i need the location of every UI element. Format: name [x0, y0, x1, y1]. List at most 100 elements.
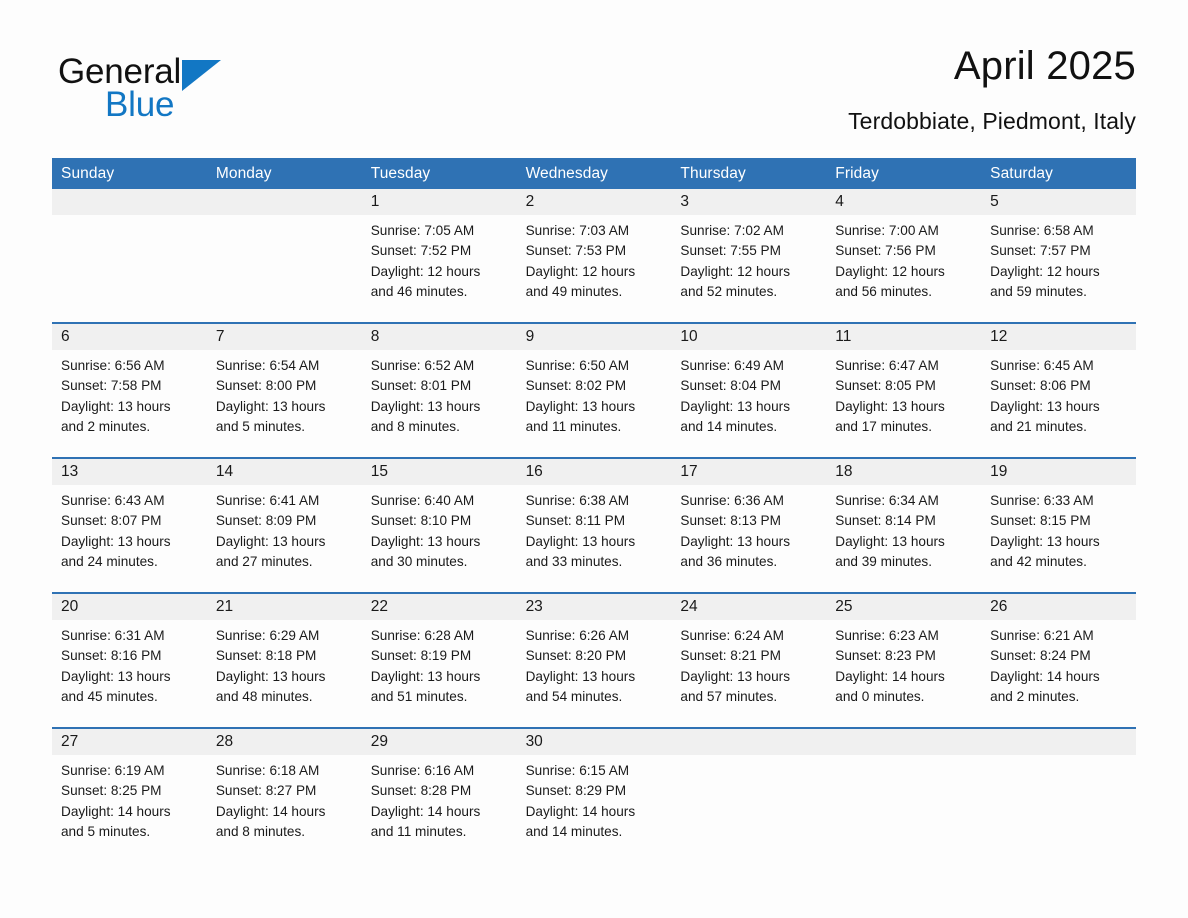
sunset-text: Sunset: 7:53 PM [525, 243, 627, 259]
day-number: 29 [370, 733, 388, 750]
daylight-text-line1: Daylight: 14 hours [525, 803, 636, 819]
day-number-band: 27 [52, 729, 207, 755]
day-details: Sunrise: 6:36 AM Sunset: 8:13 PM Daylight:… [671, 485, 826, 572]
day-number-band: 30 [516, 729, 672, 755]
sunset-text: Sunset: 7:56 PM [835, 243, 936, 259]
calendar-day-cell[interactable]: 24 Sunrise: 6:24 AM Sunset: 8:21 PM Dayligh… [671, 594, 827, 727]
calendar-day-cell[interactable]: 5 Sunrise: 6:58 AM Sunset: 7:57 PM Daylight… [981, 189, 1136, 322]
calendar-day-cell-empty [52, 189, 207, 322]
sunrise-text: Sunrise: 6:45 AM [990, 358, 1094, 373]
calendar-day-cell[interactable]: 2 Sunrise: 7:03 AM Sunset: 7:53 PM Daylight… [516, 189, 672, 322]
daylight-text-line2: and 49 minutes. [525, 283, 623, 299]
day-number: 6 [61, 328, 70, 345]
calendar-day-cell[interactable]: 6 Sunrise: 6:56 AM Sunset: 7:58 PM Daylight… [52, 324, 207, 457]
calendar-day-cell[interactable]: 7 Sunrise: 6:54 AM Sunset: 8:00 PM Daylight… [206, 324, 362, 457]
sunset-text: Sunset: 8:07 PM [61, 513, 162, 529]
daylight-text-line2: and 14 minutes. [525, 823, 623, 839]
day-details: Sunrise: 6:47 AM Sunset: 8:05 PM Daylight:… [826, 350, 981, 437]
day-details: Sunrise: 6:31 AM Sunset: 8:16 PM Daylight:… [52, 620, 207, 707]
day-number: 13 [61, 463, 79, 480]
sunrise-text: Sunrise: 6:40 AM [370, 493, 475, 508]
day-number: 21 [215, 598, 234, 615]
calendar-day-cell[interactable]: 13 Sunrise: 6:43 AM Sunset: 8:07 PM Dayligh… [52, 459, 207, 592]
day-number-band: 28 [206, 729, 362, 755]
calendar-day-cell[interactable]: 1 Sunrise: 7:05 AM Sunset: 7:52 PM Daylight… [361, 189, 517, 322]
calendar-day-cell[interactable]: 21 Sunrise: 6:29 AM Sunset: 8:18 PM Dayligh… [206, 594, 362, 727]
daylight-text-line1: Daylight: 13 hours [215, 668, 326, 684]
calendar-day-cell[interactable]: 17 Sunrise: 6:36 AM Sunset: 8:13 PM Dayligh… [671, 459, 827, 592]
calendar-day-cell[interactable]: 16 Sunrise: 6:38 AM Sunset: 8:11 PM Dayligh… [516, 459, 672, 592]
calendar-day-cell[interactable]: 26 Sunrise: 6:21 AM Sunset: 8:24 PM Dayligh… [981, 594, 1136, 727]
daylight-text-line2: and 21 minutes. [990, 418, 1087, 434]
daylight-text-line2: and 0 minutes. [835, 688, 925, 704]
sunset-text: Sunset: 8:11 PM [525, 513, 626, 529]
daylight-text-line1: Daylight: 13 hours [61, 668, 171, 684]
triangle-icon [182, 60, 222, 91]
calendar-day-cell[interactable]: 3 Sunrise: 7:02 AM Sunset: 7:55 PM Daylight… [671, 189, 827, 322]
day-number-band: 2 [516, 189, 672, 215]
daylight-text-line1: Daylight: 14 hours [215, 803, 326, 819]
calendar-day-cell[interactable]: 28 Sunrise: 6:18 AM Sunset: 8:27 PM Dayligh… [206, 729, 362, 862]
calendar-day-cell[interactable]: 29 Sunrise: 6:16 AM Sunset: 8:28 PM Dayligh… [361, 729, 517, 862]
calendar-day-cell[interactable]: 19 Sunrise: 6:33 AM Sunset: 8:15 PM Dayligh… [981, 459, 1136, 592]
sunset-text: Sunset: 7:57 PM [990, 243, 1091, 259]
day-number-band: 10 [671, 324, 827, 350]
calendar-week-row: 6 Sunrise: 6:56 AM Sunset: 7:58 PM Daylight… [52, 322, 1136, 457]
sunset-text: Sunset: 8:29 PM [525, 783, 627, 799]
day-number-band: 5 [981, 189, 1136, 215]
calendar-day-cell[interactable]: 4 Sunrise: 7:00 AM Sunset: 7:56 PM Daylight… [826, 189, 982, 322]
calendar-day-cell[interactable]: 9 Sunrise: 6:50 AM Sunset: 8:02 PM Daylight… [516, 324, 672, 457]
daylight-text-line1: Daylight: 13 hours [525, 398, 636, 414]
weekday-header-monday: Monday [215, 165, 272, 182]
daylight-text-line2: and 14 minutes. [680, 418, 778, 434]
day-number: 28 [215, 733, 234, 750]
daylight-text-line2: and 56 minutes. [835, 283, 933, 299]
calendar-day-cell[interactable]: 15 Sunrise: 6:40 AM Sunset: 8:10 PM Dayligh… [361, 459, 517, 592]
daylight-text-line1: Daylight: 12 hours [835, 263, 945, 279]
calendar-day-cell[interactable]: 11 Sunrise: 6:47 AM Sunset: 8:05 PM Dayligh… [826, 324, 982, 457]
daylight-text-line1: Daylight: 12 hours [680, 263, 790, 279]
day-number: 8 [370, 328, 380, 345]
calendar-day-cell-empty [206, 189, 362, 322]
day-number: 19 [990, 463, 1008, 480]
weekday-header-row: Sunday Monday Tuesday Wednesday Thursday… [52, 158, 1136, 189]
calendar-day-cell[interactable]: 12 Sunrise: 6:45 AM Sunset: 8:06 PM Dayligh… [981, 324, 1136, 457]
day-number: 5 [990, 193, 999, 210]
calendar-day-cell[interactable]: 25 Sunrise: 6:23 AM Sunset: 8:23 PM Dayligh… [826, 594, 982, 727]
daylight-text-line2: and 39 minutes. [835, 553, 933, 569]
page-title: April 2025 [953, 44, 1136, 88]
calendar-day-cell[interactable]: 23 Sunrise: 6:26 AM Sunset: 8:20 PM Dayligh… [516, 594, 672, 727]
day-details: Sunrise: 7:02 AM Sunset: 7:55 PM Daylight:… [671, 215, 826, 302]
calendar-day-cell[interactable]: 27 Sunrise: 6:19 AM Sunset: 8:25 PM Dayligh… [52, 729, 207, 862]
sunrise-text: Sunrise: 6:49 AM [680, 358, 784, 373]
sunset-text: Sunset: 8:16 PM [61, 648, 162, 664]
daylight-text-line2: and 54 minutes. [525, 688, 623, 704]
calendar-day-cell[interactable]: 10 Sunrise: 6:49 AM Sunset: 8:04 PM Dayligh… [671, 324, 827, 457]
sunset-text: Sunset: 8:14 PM [835, 513, 936, 529]
calendar-day-cell[interactable]: 20 Sunrise: 6:31 AM Sunset: 8:16 PM Dayligh… [52, 594, 207, 727]
day-number-band: 24 [671, 594, 827, 620]
day-number: 4 [835, 193, 844, 210]
calendar-day-cell[interactable]: 22 Sunrise: 6:28 AM Sunset: 8:19 PM Dayligh… [361, 594, 517, 727]
daylight-text-line2: and 2 minutes. [61, 418, 151, 434]
day-details: Sunrise: 6:34 AM Sunset: 8:14 PM Daylight:… [826, 485, 981, 572]
sunrise-text: Sunrise: 6:16 AM [370, 763, 475, 778]
day-details: Sunrise: 6:29 AM Sunset: 8:18 PM Daylight:… [207, 620, 362, 707]
day-number-band: 9 [516, 324, 672, 350]
daylight-text-line1: Daylight: 13 hours [990, 398, 1100, 414]
calendar-day-cell[interactable]: 14 Sunrise: 6:41 AM Sunset: 8:09 PM Dayligh… [206, 459, 362, 592]
daylight-text-line2: and 2 minutes. [990, 688, 1080, 704]
day-details: Sunrise: 6:50 AM Sunset: 8:02 PM Daylight:… [517, 350, 672, 437]
calendar-day-cell[interactable]: 30 Sunrise: 6:15 AM Sunset: 8:29 PM Dayligh… [516, 729, 672, 862]
day-details: Sunrise: 6:18 AM Sunset: 8:27 PM Daylight:… [207, 755, 362, 842]
calendar-day-cell[interactable]: 18 Sunrise: 6:34 AM Sunset: 8:14 PM Dayligh… [826, 459, 982, 592]
calendar-day-cell[interactable]: 8 Sunrise: 6:52 AM Sunset: 8:01 PM Daylight… [361, 324, 517, 457]
weekday-header-tuesday: Tuesday [370, 165, 431, 182]
sunrise-text: Sunrise: 6:36 AM [680, 493, 784, 508]
sunrise-text: Sunrise: 6:29 AM [215, 628, 320, 643]
day-details: Sunrise: 6:56 AM Sunset: 7:58 PM Daylight:… [52, 350, 207, 437]
day-number: 24 [680, 598, 698, 615]
general-blue-logo[interactable]: General Blue [58, 52, 358, 144]
day-number: 20 [61, 598, 79, 615]
sunset-text: Sunset: 8:09 PM [215, 513, 317, 529]
